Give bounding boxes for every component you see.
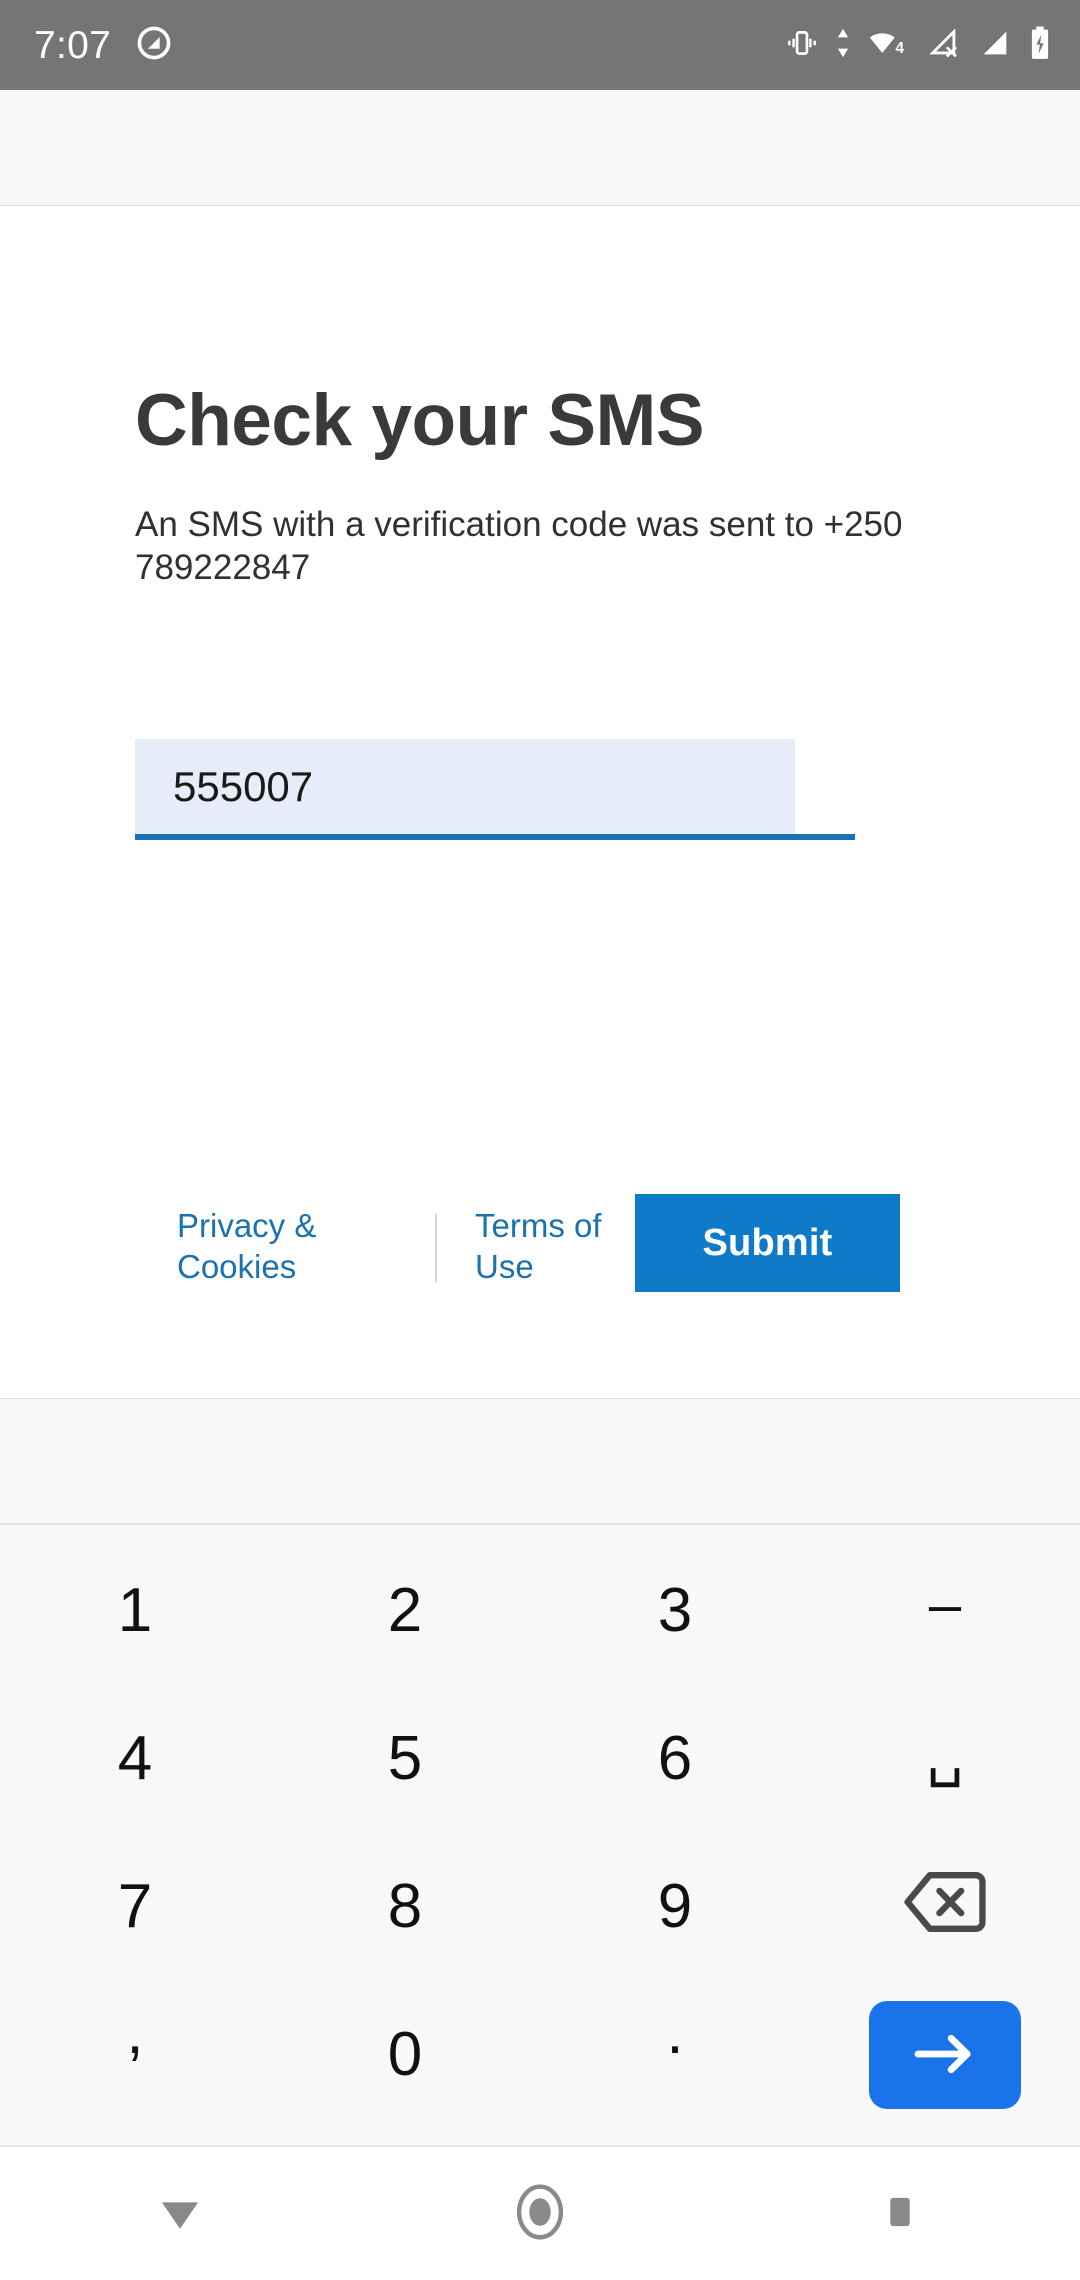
status-clock: 7:07 <box>34 23 112 67</box>
svg-text:4: 4 <box>895 39 904 56</box>
verification-code-field[interactable] <box>135 739 935 844</box>
vibrate-icon <box>785 26 819 65</box>
key-2[interactable]: 2 <box>270 1537 540 1685</box>
data-transfer-icon <box>834 26 852 65</box>
key-comma[interactable]: , <box>0 1981 270 2129</box>
key-4[interactable]: 4 <box>0 1685 270 1833</box>
submit-button[interactable]: Submit <box>635 1194 900 1292</box>
keyboard-row-4: , 0 . <box>0 1981 1080 2129</box>
wifi-icon: 4 <box>867 26 911 65</box>
key-5[interactable]: 5 <box>270 1685 540 1833</box>
dash-glyph: – <box>928 1572 962 1637</box>
key-1[interactable]: 1 <box>0 1537 270 1685</box>
status-bar: 7:07 4 <box>0 0 1080 90</box>
android-navigation-bar <box>0 2145 1080 2280</box>
browser-page-body: Check your SMS An SMS with a verificatio… <box>0 90 1080 1523</box>
key-space[interactable]: ␣ <box>810 1685 1080 1833</box>
key-9[interactable]: 9 <box>540 1833 810 1981</box>
cellular-signal-icon <box>977 26 1013 65</box>
key-enter-container <box>810 1981 1080 2129</box>
page-subtitle: An SMS with a verification code was sent… <box>135 505 903 587</box>
key-8[interactable]: 8 <box>270 1833 540 1981</box>
verification-code-input[interactable] <box>135 739 855 834</box>
key-enter[interactable] <box>869 2001 1021 2109</box>
page-title: Check your SMS <box>135 380 705 461</box>
back-triangle-icon <box>151 2183 209 2244</box>
card-footer: Privacy & Cookies Terms of Use Submit <box>135 1194 925 1316</box>
backspace-icon <box>902 1869 988 1946</box>
enter-arrow-icon <box>908 2027 982 2084</box>
keyboard-row-1: 1 2 3 – <box>0 1537 1080 1685</box>
auth-card: Check your SMS An SMS with a verificatio… <box>0 205 1080 1399</box>
status-bar-left: 7:07 <box>34 24 173 67</box>
numeric-keyboard: 1 2 3 – 4 5 6 ␣ 7 8 9 , 0 . <box>0 1523 1080 2145</box>
phone-screen: 7:07 4 Check your SMS An SMS with a veri… <box>0 0 1080 2280</box>
key-7[interactable]: 7 <box>0 1833 270 1981</box>
status-bar-right: 4 <box>785 25 1052 66</box>
battery-charging-icon <box>1028 25 1052 66</box>
auth-card-content: Check your SMS An SMS with a verificatio… <box>135 206 1035 1398</box>
privacy-and-cookies-link[interactable]: Privacy & Cookies <box>177 1206 357 1288</box>
code-input-underline <box>135 834 855 840</box>
comma-glyph: , <box>126 1998 144 2067</box>
nav-back-button[interactable] <box>90 2146 270 2280</box>
key-3[interactable]: 3 <box>540 1537 810 1685</box>
space-glyph: ␣ <box>926 1722 964 1787</box>
home-circle-icon <box>507 2179 573 2248</box>
nav-home-button[interactable] <box>450 2146 630 2280</box>
terms-of-use-link[interactable]: Terms of Use <box>475 1206 655 1288</box>
keyboard-row-3: 7 8 9 <box>0 1833 1080 1981</box>
key-dash[interactable]: – <box>810 1537 1080 1685</box>
key-backspace[interactable] <box>810 1833 1080 1981</box>
period-glyph: . <box>666 1998 684 2067</box>
key-6[interactable]: 6 <box>540 1685 810 1833</box>
do-not-disturb-icon <box>135 24 173 67</box>
footer-divider <box>435 1214 437 1282</box>
keyboard-row-2: 4 5 6 ␣ <box>0 1685 1080 1833</box>
recents-square-icon <box>874 2186 926 2241</box>
key-period[interactable]: . <box>540 1981 810 2129</box>
key-0[interactable]: 0 <box>270 1981 540 2129</box>
nav-recents-button[interactable] <box>810 2146 990 2280</box>
no-sim-signal-icon <box>926 26 962 65</box>
